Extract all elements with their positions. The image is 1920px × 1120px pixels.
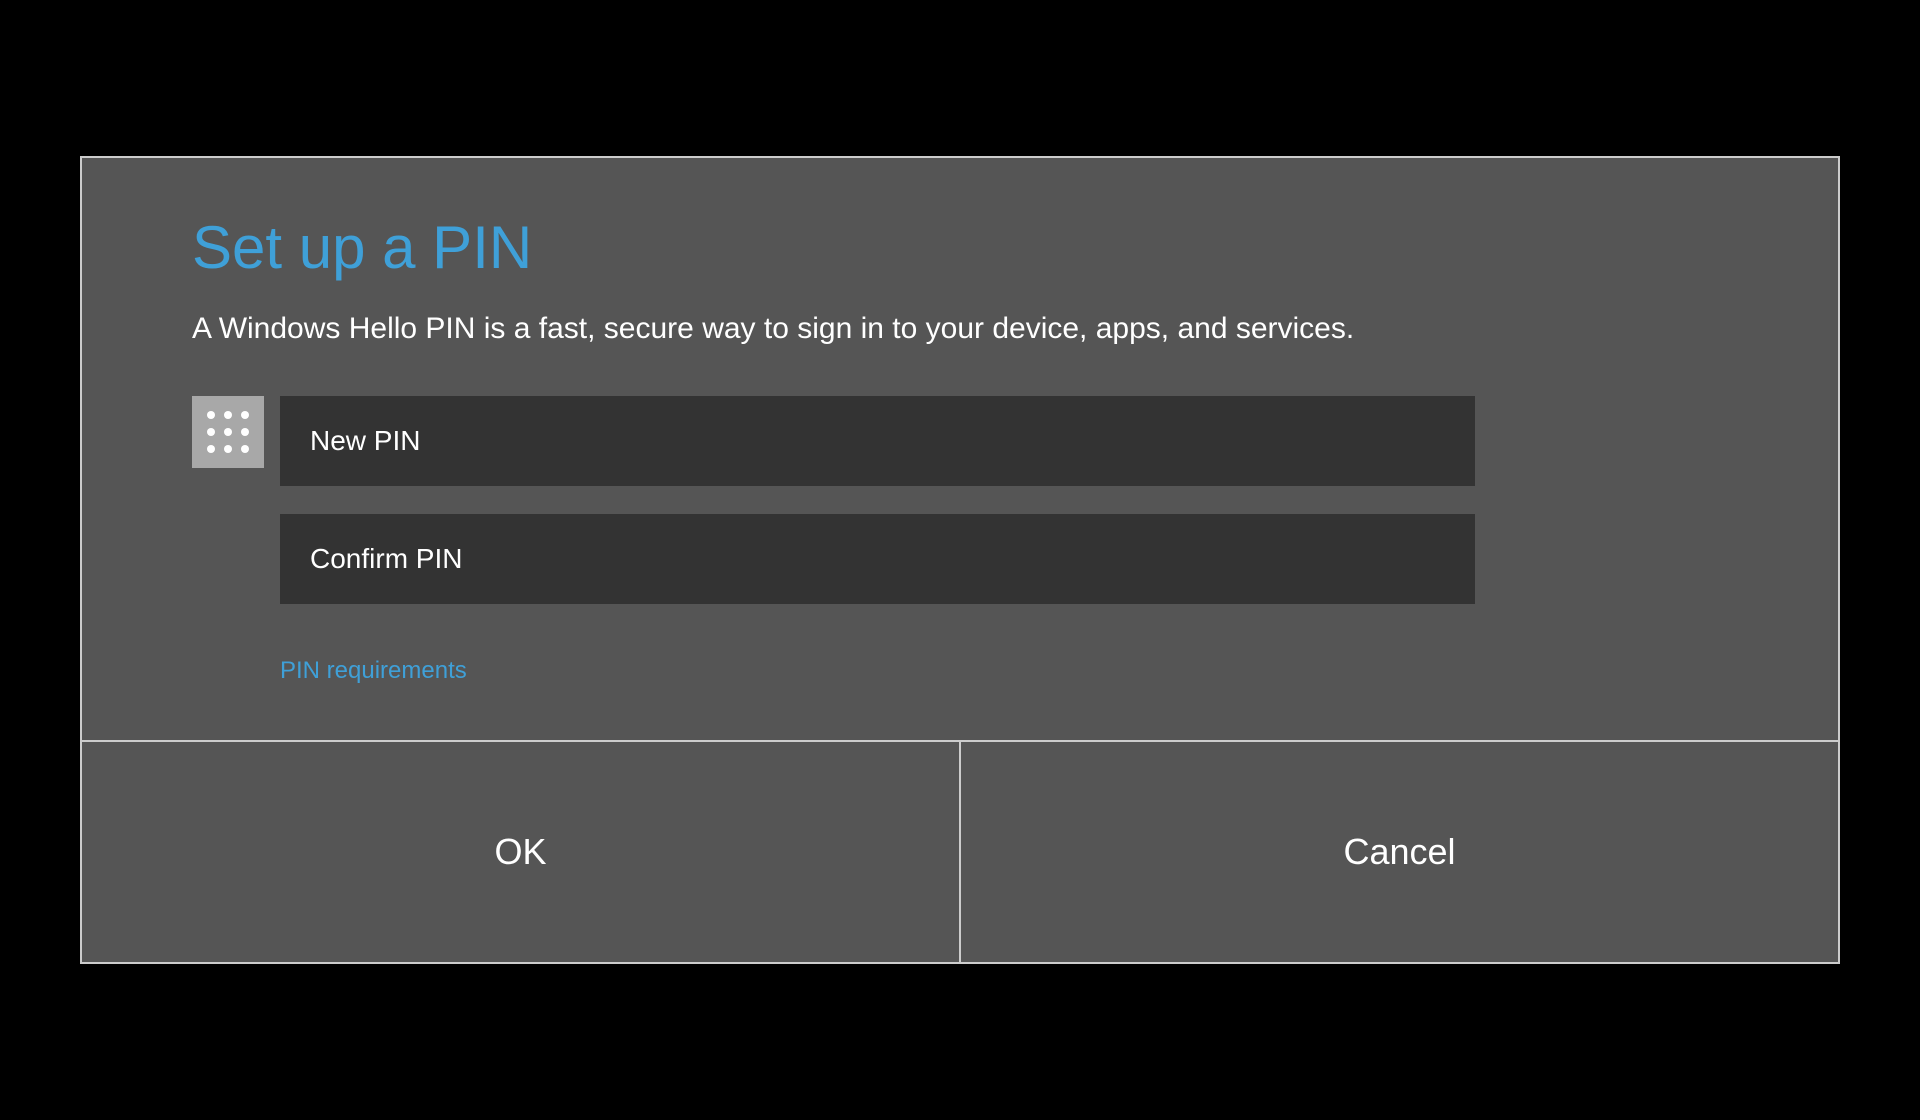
form-area [192,396,1728,632]
button-row: OK Cancel [82,740,1838,962]
new-pin-input[interactable] [280,396,1475,486]
cancel-button[interactable]: Cancel [961,742,1838,962]
confirm-pin-input[interactable] [280,514,1475,604]
pin-setup-dialog: Set up a PIN A Windows Hello PIN is a fa… [80,156,1840,964]
input-fields-container [280,396,1475,632]
dialog-content: Set up a PIN A Windows Hello PIN is a fa… [82,158,1838,740]
dialog-description: A Windows Hello PIN is a fast, secure wa… [192,312,1728,346]
ok-button[interactable]: OK [82,742,961,962]
pin-requirements-link[interactable]: PIN requirements [280,657,467,685]
dialog-title: Set up a PIN [192,213,1728,282]
keypad-icon [192,396,264,468]
